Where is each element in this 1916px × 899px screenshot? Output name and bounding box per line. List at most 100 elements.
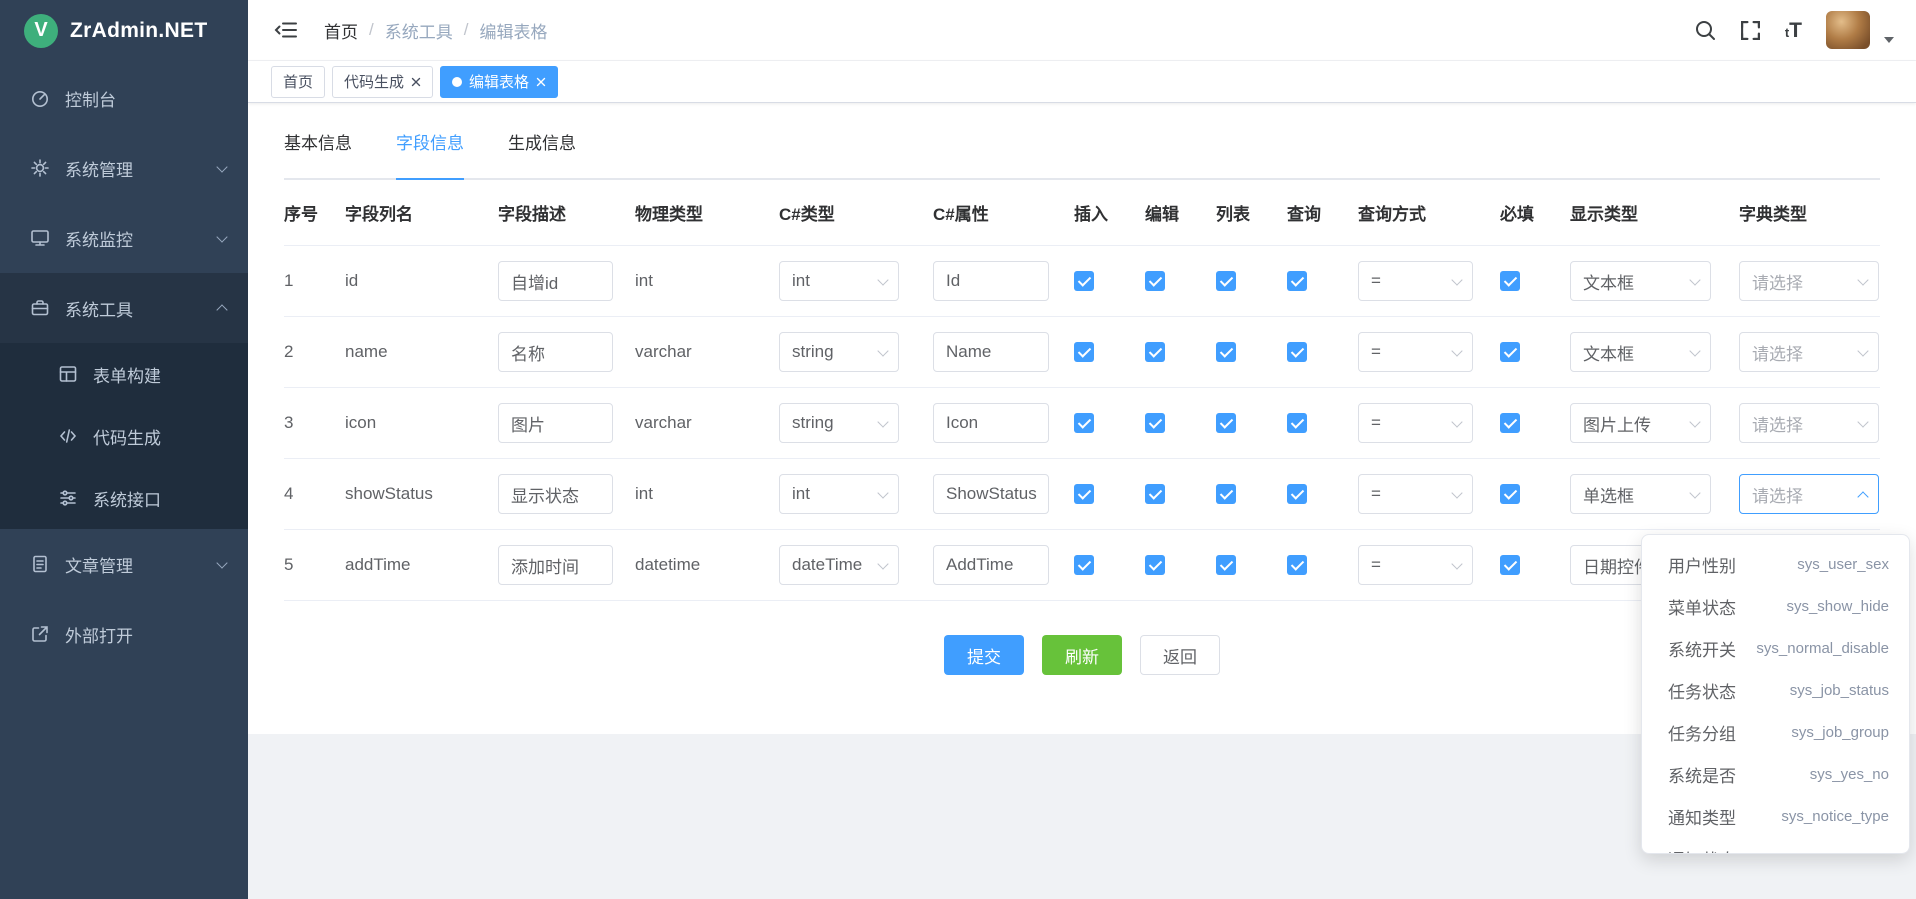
insert-checkbox[interactable] <box>1074 555 1094 575</box>
font-size-icon[interactable]: tT <box>1785 20 1802 41</box>
insert-checkbox[interactable] <box>1074 342 1094 362</box>
tag-code-gen[interactable]: 代码生成 <box>332 66 433 98</box>
required-checkbox[interactable] <box>1500 342 1520 362</box>
sidebar-item-system-api[interactable]: 系统接口 <box>0 467 248 529</box>
query-method-select[interactable]: = <box>1358 332 1473 372</box>
chevron-down-icon <box>1451 558 1462 569</box>
sidebar-item-system-monitor[interactable]: 系统监控 <box>0 203 248 273</box>
dict-type-select[interactable]: 请选择 <box>1739 403 1879 443</box>
query-checkbox[interactable] <box>1287 555 1307 575</box>
collapse-sidebar-icon[interactable] <box>274 20 298 40</box>
required-checkbox[interactable] <box>1500 413 1520 433</box>
column-desc-input[interactable]: 图片 <box>498 403 613 443</box>
query-method-select[interactable]: = <box>1358 474 1473 514</box>
display-type-select[interactable]: 文本框 <box>1570 332 1711 372</box>
csharp-property-input[interactable]: Name <box>933 332 1049 372</box>
query-checkbox[interactable] <box>1287 413 1307 433</box>
sidebar-item-dashboard[interactable]: 控制台 <box>0 63 248 133</box>
column-desc-input[interactable]: 显示状态 <box>498 474 613 514</box>
list-checkbox[interactable] <box>1216 555 1236 575</box>
column-desc-input[interactable]: 自增id <box>498 261 613 301</box>
dropdown-option[interactable]: 系统是否sys_yes_no <box>1642 753 1909 795</box>
query-method-select[interactable]: = <box>1358 261 1473 301</box>
sidebar-item-form-build[interactable]: 表单构建 <box>0 343 248 405</box>
col-header: 插入 <box>1074 200 1145 225</box>
csharp-type-select[interactable]: int <box>779 474 899 514</box>
display-type-select[interactable]: 文本框 <box>1570 261 1711 301</box>
dropdown-option[interactable]: 任务分组sys_job_group <box>1642 711 1909 753</box>
dict-type-select[interactable]: 请选择 <box>1739 261 1879 301</box>
dict-type-select-open[interactable]: 请选择 <box>1739 474 1879 514</box>
edit-checkbox[interactable] <box>1145 413 1165 433</box>
close-icon[interactable] <box>536 77 546 87</box>
table-row: 4 showStatus 显示状态 int int ShowStatus = 单… <box>284 459 1880 530</box>
csharp-property-input[interactable]: AddTime <box>933 545 1049 585</box>
column-desc-input[interactable]: 名称 <box>498 332 613 372</box>
csharp-property-input[interactable]: Id <box>933 261 1049 301</box>
tab-gen-info[interactable]: 生成信息 <box>508 129 576 178</box>
fullscreen-icon[interactable] <box>1740 20 1761 41</box>
close-icon[interactable] <box>411 77 421 87</box>
dict-type-select[interactable]: 请选择 <box>1739 332 1879 372</box>
query-checkbox[interactable] <box>1287 484 1307 504</box>
query-checkbox[interactable] <box>1287 342 1307 362</box>
insert-checkbox[interactable] <box>1074 484 1094 504</box>
list-checkbox[interactable] <box>1216 271 1236 291</box>
dropdown-option[interactable]: 通知类型sys_notice_type <box>1642 795 1909 837</box>
insert-checkbox[interactable] <box>1074 413 1094 433</box>
dropdown-option[interactable]: 系统开关sys_normal_disable <box>1642 627 1909 669</box>
breadcrumb-item-home[interactable]: 首页 <box>324 18 358 43</box>
required-checkbox[interactable] <box>1500 271 1520 291</box>
refresh-button[interactable]: 刷新 <box>1042 635 1122 675</box>
required-checkbox[interactable] <box>1500 555 1520 575</box>
query-method-select[interactable]: = <box>1358 403 1473 443</box>
required-checkbox[interactable] <box>1500 484 1520 504</box>
list-checkbox[interactable] <box>1216 413 1236 433</box>
csharp-type-select[interactable]: string <box>779 332 899 372</box>
col-header: 字典类型 <box>1739 200 1880 225</box>
tab-field-info[interactable]: 字段信息 <box>396 129 464 180</box>
dropdown-option[interactable]: 任务状态sys_job_status <box>1642 669 1909 711</box>
csharp-property-input[interactable]: Icon <box>933 403 1049 443</box>
user-avatar[interactable] <box>1826 11 1870 49</box>
dropdown-option[interactable]: 通知状态 <box>1642 837 1909 854</box>
sidebar-item-code-gen[interactable]: 代码生成 <box>0 405 248 467</box>
dropdown-option[interactable]: 菜单状态sys_show_hide <box>1642 585 1909 627</box>
column-desc-input[interactable]: 添加时间 <box>498 545 613 585</box>
display-type-select[interactable]: 图片上传 <box>1570 403 1711 443</box>
tab-basic-info[interactable]: 基本信息 <box>284 129 352 178</box>
col-header: C#类型 <box>779 200 933 225</box>
sidebar-item-system-tools[interactable]: 系统工具 <box>0 273 248 343</box>
select-value: string <box>792 342 834 362</box>
csharp-property-input[interactable]: ShowStatus <box>933 474 1049 514</box>
csharp-type-select[interactable]: int <box>779 261 899 301</box>
search-icon[interactable] <box>1694 19 1716 41</box>
sidebar-item-system-manage[interactable]: 系统管理 <box>0 133 248 203</box>
list-checkbox[interactable] <box>1216 342 1236 362</box>
list-checkbox[interactable] <box>1216 484 1236 504</box>
query-method-select[interactable]: = <box>1358 545 1473 585</box>
caret-down-icon[interactable] <box>1884 37 1894 43</box>
col-header: 列表 <box>1216 200 1287 225</box>
back-button[interactable]: 返回 <box>1140 635 1220 675</box>
query-checkbox[interactable] <box>1287 271 1307 291</box>
csharp-type-select[interactable]: string <box>779 403 899 443</box>
input-value: AddTime <box>946 555 1013 575</box>
tag-edit-table[interactable]: 编辑表格 <box>440 66 558 98</box>
submit-button[interactable]: 提交 <box>944 635 1024 675</box>
edit-checkbox[interactable] <box>1145 484 1165 504</box>
chevron-down-icon <box>877 416 888 427</box>
edit-checkbox[interactable] <box>1145 271 1165 291</box>
csharp-type-select[interactable]: dateTime <box>779 545 899 585</box>
tag-label: 首页 <box>283 71 313 92</box>
insert-checkbox[interactable] <box>1074 271 1094 291</box>
sidebar-item-external-open[interactable]: 外部打开 <box>0 599 248 669</box>
display-type-select[interactable]: 单选框 <box>1570 474 1711 514</box>
chevron-down-icon <box>216 557 227 568</box>
edit-checkbox[interactable] <box>1145 342 1165 362</box>
logo[interactable]: V ZrAdmin.NET <box>0 0 248 61</box>
sidebar-item-article-manage[interactable]: 文章管理 <box>0 529 248 599</box>
tag-home[interactable]: 首页 <box>271 66 325 98</box>
edit-checkbox[interactable] <box>1145 555 1165 575</box>
dropdown-option[interactable]: 用户性别sys_user_sex <box>1642 543 1909 585</box>
